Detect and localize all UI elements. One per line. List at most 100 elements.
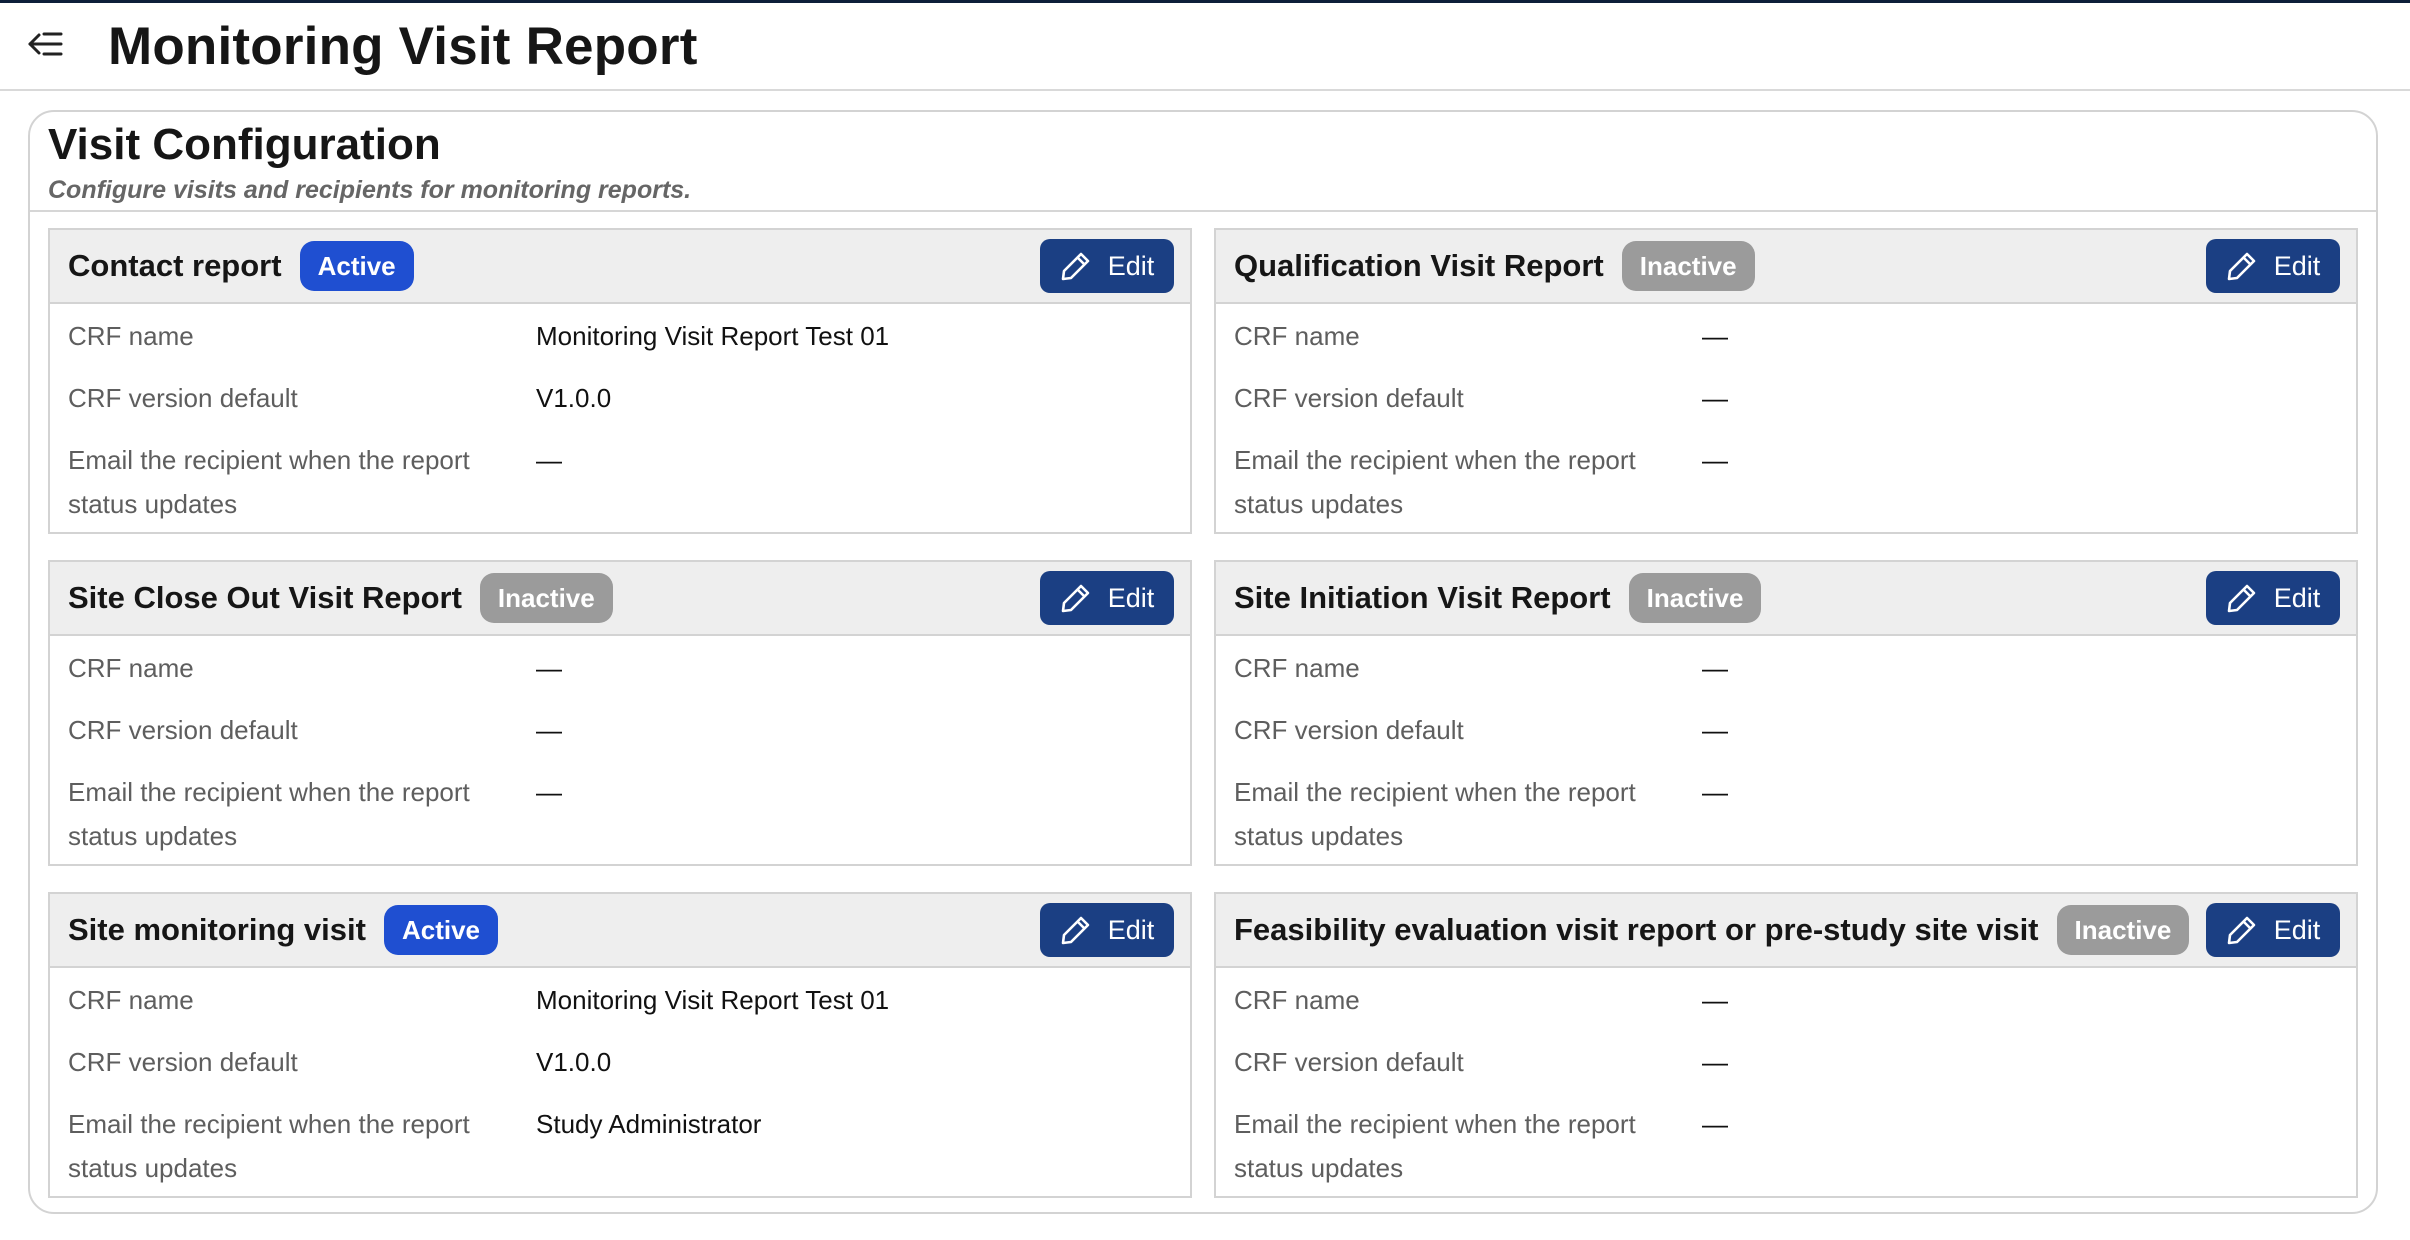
card-header: Site monitoring visit Active Edit bbox=[50, 894, 1190, 968]
crf-version-value: — bbox=[1702, 1047, 1728, 1077]
card-header: Contact report Active Edit bbox=[50, 230, 1190, 304]
edit-button[interactable]: Edit bbox=[2206, 239, 2340, 293]
crf-version-value: — bbox=[1702, 715, 1728, 745]
email-recipient-value: — bbox=[1702, 777, 1728, 807]
card-title: Site Close Out Visit Report bbox=[68, 580, 462, 615]
crf-name-row: CRF name — bbox=[1234, 314, 2338, 376]
visit-card: Contact report Active Edit CRF name Monitori… bbox=[48, 228, 1192, 534]
crf-name-row: CRF name — bbox=[1234, 646, 2338, 708]
crf-version-row: CRF version default — bbox=[68, 708, 1172, 770]
edit-label: Edit bbox=[1107, 250, 1155, 281]
visit-configuration-panel: Visit Configuration Configure visits and… bbox=[28, 110, 2378, 1214]
crf-name-value: — bbox=[536, 653, 562, 683]
edit-button[interactable]: Edit bbox=[2206, 571, 2340, 625]
pencil-icon bbox=[2226, 914, 2258, 946]
crf-name-row: CRF name Monitoring Visit Report Test 01 bbox=[68, 314, 1172, 376]
crf-version-row: CRF version default V1.0.0 bbox=[68, 1040, 1172, 1102]
panel-subtitle: Configure visits and recipients for moni… bbox=[48, 176, 692, 204]
visit-card: Qualification Visit Report Inactive Edit CR… bbox=[1214, 228, 2358, 534]
status-badge: Active bbox=[383, 905, 499, 955]
crf-name-value: — bbox=[1702, 985, 1728, 1015]
crf-name-label: CRF name bbox=[1234, 985, 1360, 1015]
edit-button[interactable]: Edit bbox=[1040, 571, 1174, 625]
crf-version-row: CRF version default — bbox=[1234, 1040, 2338, 1102]
edit-button[interactable]: Edit bbox=[2206, 903, 2340, 957]
crf-name-label: CRF name bbox=[68, 321, 194, 351]
email-recipient-label: Email the recipient when the report stat… bbox=[1234, 1109, 1636, 1183]
crf-name-label: CRF name bbox=[1234, 321, 1360, 351]
email-recipient-row: Email the recipient when the report stat… bbox=[68, 438, 1172, 526]
crf-version-label: CRF version default bbox=[1234, 1047, 1464, 1077]
page-title: Monitoring Visit Report bbox=[108, 16, 698, 76]
email-recipient-row: Email the recipient when the report stat… bbox=[1234, 1102, 2338, 1190]
email-recipient-row: Email the recipient when the report stat… bbox=[1234, 770, 2338, 858]
crf-name-label: CRF name bbox=[68, 985, 194, 1015]
pencil-icon bbox=[1060, 914, 1092, 946]
visit-card: Site Initiation Visit Report Inactive Edit… bbox=[1214, 560, 2358, 866]
status-badge: Inactive bbox=[479, 573, 613, 623]
card-title: Qualification Visit Report bbox=[1234, 248, 1604, 283]
email-recipient-value: Study Administrator bbox=[536, 1109, 762, 1139]
visit-card: Site monitoring visit Active Edit CRF name M… bbox=[48, 892, 1192, 1198]
crf-version-value: V1.0.0 bbox=[536, 1047, 612, 1077]
card-body: CRF name Monitoring Visit Report Test 01 C… bbox=[50, 304, 1190, 526]
email-recipient-row: Email the recipient when the report stat… bbox=[68, 770, 1172, 858]
edit-button[interactable]: Edit bbox=[1040, 239, 1174, 293]
edit-button[interactable]: Edit bbox=[1040, 903, 1174, 957]
visit-card: Site Close Out Visit Report Inactive Edit C… bbox=[48, 560, 1192, 866]
email-recipient-row: Email the recipient when the report stat… bbox=[68, 1102, 1172, 1190]
edit-label: Edit bbox=[1107, 582, 1155, 613]
edit-label: Edit bbox=[2273, 914, 2321, 945]
card-body: CRF name Monitoring Visit Report Test 01 C… bbox=[50, 968, 1190, 1190]
email-recipient-value: — bbox=[536, 445, 562, 475]
crf-name-label: CRF name bbox=[1234, 653, 1360, 683]
edit-label: Edit bbox=[2273, 582, 2321, 613]
crf-version-label: CRF version default bbox=[68, 383, 298, 413]
card-header: Site Initiation Visit Report Inactive Edit bbox=[1216, 562, 2356, 636]
pencil-icon bbox=[1060, 582, 1092, 614]
crf-version-row: CRF version default — bbox=[1234, 376, 2338, 438]
crf-name-label: CRF name bbox=[68, 653, 194, 683]
edit-label: Edit bbox=[2273, 250, 2321, 281]
card-body: CRF name — CRF version default — Email the r… bbox=[1216, 968, 2356, 1190]
crf-version-value: V1.0.0 bbox=[536, 383, 612, 413]
card-header: Site Close Out Visit Report Inactive Edit bbox=[50, 562, 1190, 636]
email-recipient-value: — bbox=[536, 777, 562, 807]
panel-header: Visit Configuration Configure visits and… bbox=[30, 112, 2376, 212]
crf-version-label: CRF version default bbox=[1234, 715, 1464, 745]
pencil-icon bbox=[2226, 250, 2258, 282]
crf-name-row: CRF name Monitoring Visit Report Test 01 bbox=[68, 978, 1172, 1040]
crf-version-row: CRF version default V1.0.0 bbox=[68, 376, 1172, 438]
card-title: Site monitoring visit bbox=[68, 912, 366, 947]
card-header: Feasibility evaluation visit report or p… bbox=[1216, 894, 2356, 968]
card-header: Qualification Visit Report Inactive Edit bbox=[1216, 230, 2356, 304]
page-header: Monitoring Visit Report bbox=[0, 3, 2410, 91]
status-badge: Inactive bbox=[1621, 241, 1755, 291]
visit-cards-grid: Contact report Active Edit CRF name Monitori… bbox=[48, 228, 2358, 1198]
crf-name-row: CRF name — bbox=[1234, 978, 2338, 1040]
panel-title: Visit Configuration bbox=[48, 120, 441, 169]
crf-name-value: Monitoring Visit Report Test 01 bbox=[536, 985, 890, 1015]
email-recipient-label: Email the recipient when the report stat… bbox=[68, 1109, 470, 1183]
email-recipient-label: Email the recipient when the report stat… bbox=[1234, 445, 1636, 519]
email-recipient-label: Email the recipient when the report stat… bbox=[68, 777, 470, 851]
crf-version-label: CRF version default bbox=[68, 1047, 298, 1077]
card-body: CRF name — CRF version default — Email the r… bbox=[1216, 636, 2356, 858]
card-body: CRF name — CRF version default — Email the r… bbox=[1216, 304, 2356, 526]
card-title: Contact report bbox=[68, 248, 282, 283]
crf-name-value: Monitoring Visit Report Test 01 bbox=[536, 321, 890, 351]
card-body: CRF name — CRF version default — Email the r… bbox=[50, 636, 1190, 858]
email-recipient-label: Email the recipient when the report stat… bbox=[1234, 777, 1636, 851]
status-badge: Inactive bbox=[2056, 905, 2190, 955]
card-title: Feasibility evaluation visit report or p… bbox=[1234, 912, 2039, 947]
crf-name-value: — bbox=[1702, 653, 1728, 683]
back-button[interactable] bbox=[0, 2, 90, 90]
crf-version-value: — bbox=[1702, 383, 1728, 413]
email-recipient-label: Email the recipient when the report stat… bbox=[68, 445, 470, 519]
edit-label: Edit bbox=[1107, 914, 1155, 945]
pencil-icon bbox=[1060, 250, 1092, 282]
visit-card: Feasibility evaluation visit report or p… bbox=[1214, 892, 2358, 1198]
collapse-menu-arrow-icon bbox=[27, 29, 63, 64]
email-recipient-row: Email the recipient when the report stat… bbox=[1234, 438, 2338, 526]
email-recipient-value: — bbox=[1702, 445, 1728, 475]
